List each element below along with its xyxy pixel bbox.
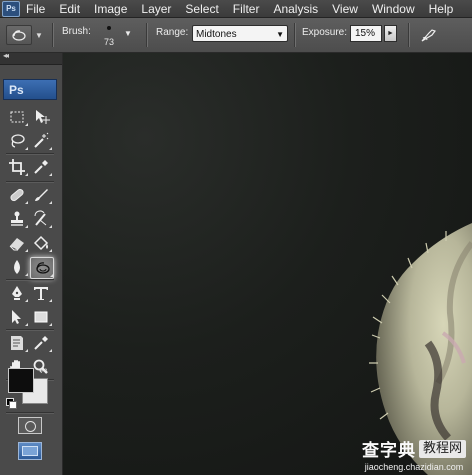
history-brush-tool[interactable] <box>30 209 52 229</box>
move-tool[interactable] <box>30 107 52 127</box>
range-select[interactable]: Midtones ▼ <box>192 25 288 42</box>
pen-tool[interactable] <box>6 283 28 303</box>
separator <box>294 23 296 47</box>
exposure-label: Exposure: <box>302 27 348 38</box>
menu-edit[interactable]: Edit <box>59 2 80 16</box>
type-tool[interactable] <box>30 283 52 303</box>
airbrush-icon[interactable] <box>418 25 440 45</box>
path-selection-icon <box>12 310 21 324</box>
history-brush-icon <box>34 210 47 226</box>
pen-icon <box>12 286 22 300</box>
collapse-icon[interactable]: ◂◂ <box>3 51 9 60</box>
rectangle-shape-icon <box>34 311 48 323</box>
menu-window[interactable]: Window <box>372 2 415 16</box>
range-select-value: Midtones <box>196 29 237 40</box>
screen-mode-button[interactable] <box>18 442 42 460</box>
chevron-down-icon: ▼ <box>276 30 284 39</box>
menu-view[interactable]: View <box>332 2 358 16</box>
eraser-icon <box>9 238 24 251</box>
default-colors-icon[interactable] <box>6 398 17 409</box>
clone-stamp-tool[interactable] <box>6 209 28 229</box>
lasso-tool[interactable] <box>6 131 28 151</box>
brush-tool[interactable] <box>30 185 52 205</box>
document-canvas[interactable]: 查字典 教程网 jiaocheng.chazidian.com <box>63 53 472 475</box>
tools-panel: ◂◂ Ps ↩ <box>0 51 63 475</box>
brush-label: Brush: <box>62 26 91 37</box>
notes-tool[interactable] <box>6 333 28 353</box>
brush-icon <box>35 189 48 201</box>
exposure-slider-button[interactable]: ► <box>384 25 397 42</box>
swap-colors-icon[interactable]: ↩ <box>39 366 47 377</box>
crop-icon <box>9 159 25 175</box>
brush-size-value: 73 <box>104 37 115 47</box>
blur-icon <box>14 260 20 274</box>
dodge-tool[interactable] <box>30 257 54 279</box>
menu-select[interactable]: Select <box>185 2 218 16</box>
type-icon <box>34 287 48 300</box>
exposure-input[interactable]: 15% <box>350 25 382 42</box>
watermark: 查字典 教程网 jiaocheng.chazidian.com <box>362 436 466 472</box>
menu-layer[interactable]: Layer <box>141 2 171 16</box>
separator <box>52 23 54 47</box>
lasso-icon <box>11 134 25 148</box>
range-label: Range: <box>156 27 189 38</box>
ps-badge: Ps <box>3 79 57 100</box>
eyedropper-icon <box>34 336 48 350</box>
quick-mask-icon <box>25 421 36 432</box>
stamp-icon <box>11 211 23 226</box>
marquee-tool[interactable] <box>6 107 28 127</box>
move-icon <box>36 110 50 124</box>
brush-preview-icon[interactable] <box>107 26 111 30</box>
menu-image[interactable]: Image <box>94 2 127 16</box>
panel-header[interactable]: ◂◂ <box>0 51 62 65</box>
options-bar: ▼ Brush: 73 ▼ Range: Midtones ▼ Exposure… <box>0 18 472 53</box>
chevron-down-icon: ▼ <box>35 30 43 40</box>
brush-picker-arrow-icon[interactable]: ▼ <box>124 29 132 38</box>
paint-bucket-icon <box>33 235 49 251</box>
watermark-title: 查字典 <box>361 441 416 461</box>
eyedropper-tool[interactable] <box>30 157 52 177</box>
menu-bar: Ps File Edit Image Layer Select Filter A… <box>0 0 472 18</box>
path-selection-tool[interactable] <box>6 307 28 327</box>
tool-preset-picker[interactable]: ▼ <box>6 25 46 45</box>
foreground-color-swatch[interactable] <box>8 368 34 393</box>
dodge-tool-icon <box>6 25 32 45</box>
watermark-url: jiaocheng.chazidian.com <box>364 462 464 472</box>
screen-mode-icon <box>22 446 38 456</box>
photoshop-app-icon[interactable]: Ps <box>2 0 20 17</box>
blur-tool[interactable] <box>6 257 28 277</box>
watermark-box: 教程网 <box>418 439 466 458</box>
rect-marquee-icon <box>10 111 24 123</box>
separator <box>408 23 410 47</box>
separator <box>146 23 148 47</box>
crop-tool[interactable] <box>6 157 28 177</box>
bandage-icon <box>10 188 24 202</box>
color-sampler-tool[interactable] <box>30 333 52 353</box>
paint-bucket-tool[interactable] <box>30 233 52 253</box>
shape-tool[interactable] <box>30 307 52 327</box>
notes-icon <box>11 336 23 350</box>
magic-wand-icon <box>34 132 49 148</box>
menu-file[interactable]: File <box>26 2 45 16</box>
healing-brush-tool[interactable] <box>6 185 28 205</box>
eyedropper-icon <box>34 160 48 174</box>
menu-help[interactable]: Help <box>429 2 454 16</box>
quick-mask-button[interactable] <box>18 417 42 434</box>
dodge-icon <box>36 262 50 274</box>
menu-filter[interactable]: Filter <box>233 2 260 16</box>
magic-wand-tool[interactable] <box>30 131 52 151</box>
menu-analysis[interactable]: Analysis <box>273 2 318 16</box>
eraser-tool[interactable] <box>6 233 28 253</box>
